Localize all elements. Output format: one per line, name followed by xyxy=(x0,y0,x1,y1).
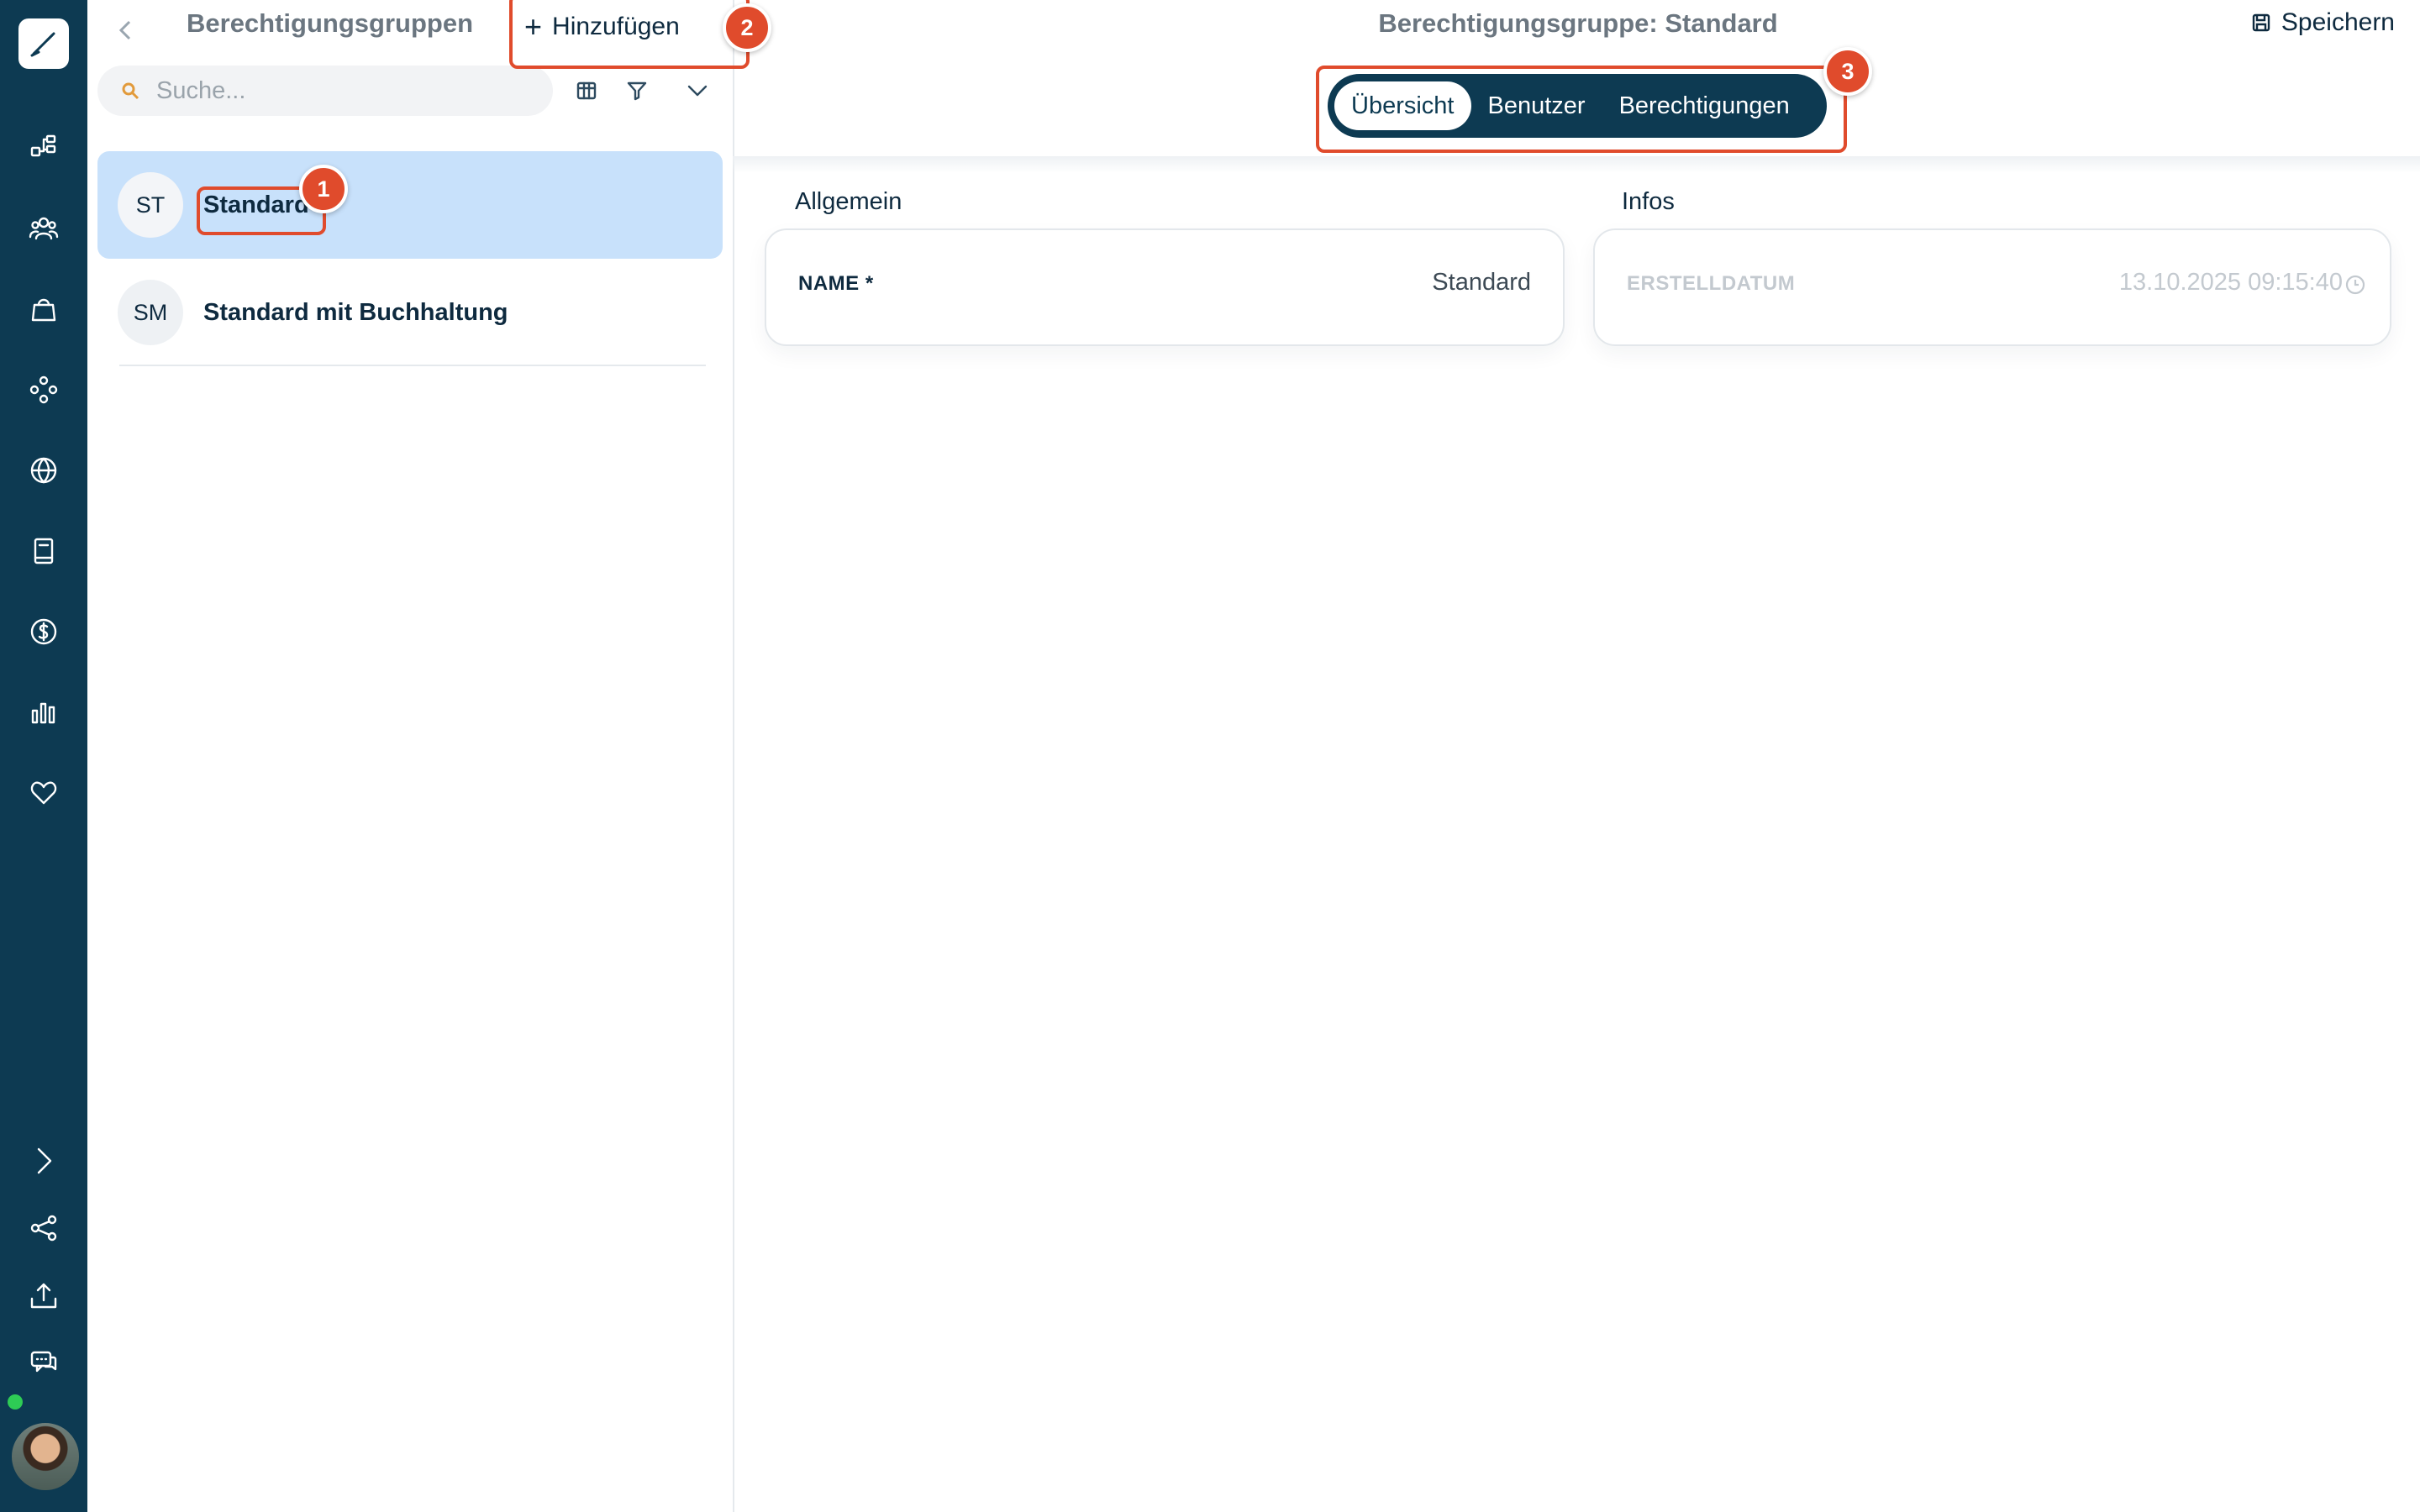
created-date-card: ERSTELLDATUM 13.10.2025 09:15:40 xyxy=(1593,228,2391,346)
name-field-label: NAME * xyxy=(798,272,874,295)
group-list-panel: Berechtigungsgruppen + Hinzufügen ST Sta… xyxy=(87,0,734,1512)
dollar-icon[interactable] xyxy=(25,613,62,650)
online-status-indicator xyxy=(8,1394,23,1410)
user-avatar[interactable] xyxy=(10,1421,81,1492)
search-icon xyxy=(122,82,139,100)
search-box[interactable] xyxy=(97,66,553,116)
table-icon[interactable] xyxy=(570,74,603,108)
header-divider xyxy=(733,156,2420,173)
shopping-bag-icon[interactable] xyxy=(25,291,62,328)
share-icon[interactable] xyxy=(25,1210,62,1247)
callout-badge-3: 3 xyxy=(1823,47,1872,96)
list-divider xyxy=(119,365,706,366)
users-icon[interactable] xyxy=(25,210,62,247)
globe-icon[interactable] xyxy=(25,452,62,489)
chat-icon[interactable] xyxy=(25,1344,62,1381)
name-field-card[interactable]: NAME * Standard xyxy=(765,228,1565,346)
created-date-label: ERSTELLDATUM xyxy=(1627,272,1796,295)
group-list-item[interactable]: ST Standard xyxy=(97,151,723,259)
book-icon[interactable] xyxy=(25,533,62,570)
main-nav-rail xyxy=(0,0,87,1512)
created-date-value: 13.10.2025 09:15:40 xyxy=(2118,269,2343,296)
save-button[interactable]: Speichern xyxy=(2251,8,2395,37)
section-general: Allgemein xyxy=(795,188,902,215)
group-initials: SM xyxy=(118,280,183,345)
callout-badge-2: 2 xyxy=(723,3,771,52)
expand-icon[interactable] xyxy=(25,1142,62,1179)
chevron-down-icon[interactable] xyxy=(681,74,714,108)
detail-title: Berechtigungsgruppe: Standard xyxy=(1378,8,1778,38)
callout-highlight-3 xyxy=(1316,66,1847,153)
group-list-item[interactable]: SM Standard mit Buchhaltung xyxy=(97,259,723,366)
app-logo-icon[interactable] xyxy=(18,18,69,69)
clock-icon xyxy=(2344,274,2366,296)
filter-icon[interactable] xyxy=(620,74,654,108)
bar-chart-icon[interactable] xyxy=(25,694,62,731)
back-chevron-icon[interactable] xyxy=(109,13,143,47)
save-icon xyxy=(2252,13,2270,32)
group-name: Standard mit Buchhaltung xyxy=(203,298,508,326)
search-input[interactable] xyxy=(155,76,511,106)
group-initials: ST xyxy=(118,172,183,238)
callout-badge-1: 1 xyxy=(299,165,348,213)
save-button-label: Speichern xyxy=(2281,8,2395,36)
upload-icon[interactable] xyxy=(25,1277,62,1314)
heart-icon[interactable] xyxy=(25,774,62,811)
modules-icon[interactable] xyxy=(25,371,62,408)
section-infos: Infos xyxy=(1622,188,1675,215)
name-field-value[interactable]: Standard xyxy=(1432,269,1531,297)
workflow-icon[interactable] xyxy=(25,129,62,166)
panel-title: Berechtigungsgruppen xyxy=(187,8,474,38)
callout-highlight-2 xyxy=(509,0,750,69)
